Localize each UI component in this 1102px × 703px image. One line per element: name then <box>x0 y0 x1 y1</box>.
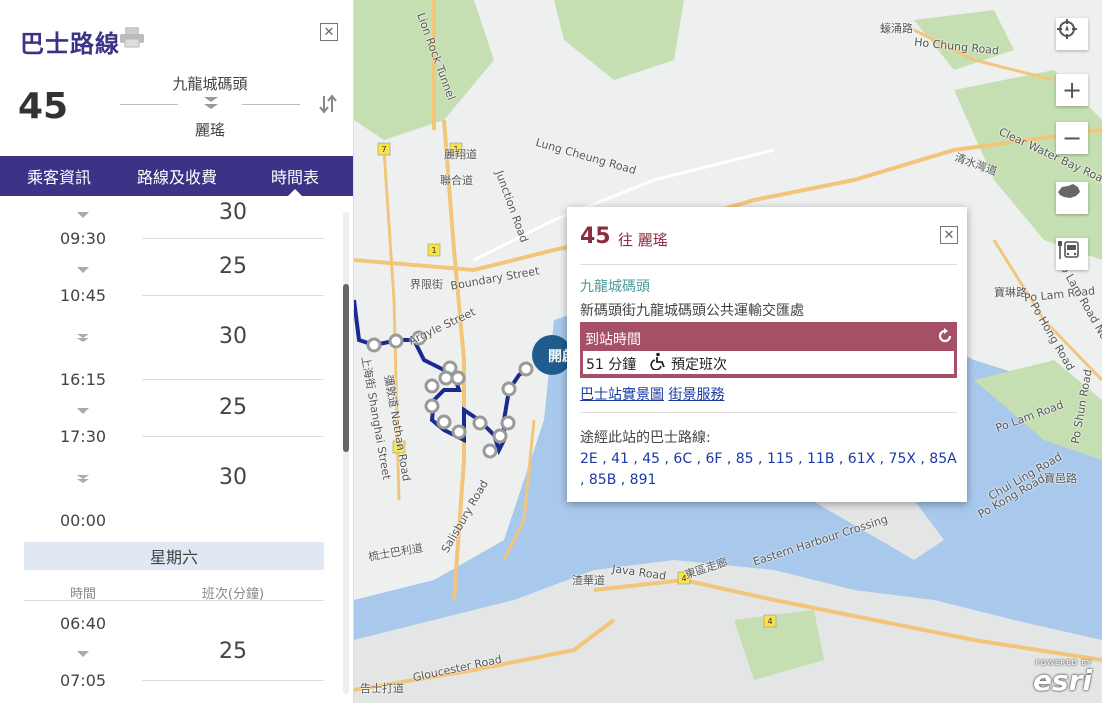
street-view-link[interactable]: 街景服務 <box>668 387 724 403</box>
hong-kong-map-icon <box>1058 184 1080 198</box>
chevron-down-icon <box>77 267 89 273</box>
wheelchair-icon <box>650 352 665 370</box>
refresh-icon[interactable] <box>936 327 954 345</box>
bus-stop-photo-link[interactable]: 巴士站實景圖 <box>580 387 664 403</box>
divider <box>242 104 300 105</box>
frequency-value: 30 <box>219 200 247 225</box>
divider <box>580 412 957 413</box>
zoom-in-button[interactable]: + <box>1056 74 1088 106</box>
eta-minutes: 51 分鐘 <box>586 357 637 373</box>
row-divider <box>142 238 324 239</box>
chevron-down-icon <box>77 408 89 414</box>
row-divider <box>142 680 324 681</box>
time-value: 16:15 <box>59 370 107 389</box>
eta-header: 到站時間 <box>585 332 641 348</box>
print-icon[interactable] <box>119 26 145 48</box>
time-value: 06:40 <box>59 614 107 633</box>
row-divider <box>142 379 324 380</box>
destination-stop: 麗瑤 <box>194 121 225 139</box>
route-sidebar: 巴士路線 ✕ 45 九龍城碼頭 麗瑤 乘客資訊 路線及收費 時間表 30 09:… <box>0 0 354 703</box>
chevron-down-icon <box>77 212 89 218</box>
frequency-value: 25 <box>219 254 247 279</box>
divider <box>120 104 178 105</box>
popup-route-number: 45 <box>580 224 611 249</box>
tab-passenger-info[interactable]: 乘客資訊 <box>0 156 118 196</box>
day-header-saturday: 星期六 <box>24 542 324 570</box>
bus-stop-popup: 45 往 麗瑤 ✕ 九龍城碼頭 新碼頭街九龍城碼頭公共運輸交匯處 到站時間 51… <box>567 207 967 502</box>
close-icon: ✕ <box>943 227 955 243</box>
svg-text:4: 4 <box>767 617 772 626</box>
locate-icon <box>1057 19 1077 39</box>
map-label: 麗翔道 <box>444 148 477 161</box>
route-number: 45 <box>18 86 69 127</box>
map-label: 聯合道 <box>440 174 473 187</box>
double-chevron-down-icon <box>77 334 89 342</box>
origin-stop: 九龍城碼頭 <box>172 75 248 93</box>
close-icon: ✕ <box>323 24 335 40</box>
esri-logo: esri <box>1032 664 1092 697</box>
popup-links: 巴士站實景圖 街景服務 <box>580 384 724 404</box>
svg-text:7: 7 <box>381 145 386 154</box>
time-value: 10:45 <box>59 286 107 305</box>
eta-type: 預定班次 <box>671 357 727 373</box>
time-value: 17:30 <box>59 427 107 446</box>
close-panel-button[interactable]: ✕ <box>320 23 338 41</box>
frequency-value: 25 <box>219 639 247 664</box>
basemap-toggle-button[interactable] <box>1056 182 1088 214</box>
popup-stop-name: 九龍城碼頭 <box>580 279 650 295</box>
timetable-list[interactable]: 30 09:30 25 10:45 30 16:15 25 17:30 30 0… <box>0 196 342 703</box>
frequency-value: 30 <box>219 324 247 349</box>
divider <box>580 264 957 265</box>
map-label: 界限街 <box>410 278 443 291</box>
bus-stop-layer-button[interactable] <box>1056 238 1088 270</box>
routes-via-stop-list[interactable]: 2E , 41 , 45 , 6C , 6F , 85 , 115 , 11B … <box>580 449 960 491</box>
swap-direction-icon[interactable] <box>317 93 339 115</box>
map-label: 寶邑路 <box>1044 472 1077 485</box>
tab-route-fare[interactable]: 路線及收費 <box>118 156 236 196</box>
zoom-out-button[interactable]: − <box>1056 122 1088 154</box>
map-label: 渣華道 <box>572 574 605 587</box>
map-label: 告士打道 <box>360 682 404 695</box>
scrollbar-thumb[interactable] <box>343 284 349 452</box>
map-label: 寶琳路 <box>994 286 1027 299</box>
time-value: 07:05 <box>59 671 107 690</box>
chevron-down-icon <box>77 651 89 657</box>
locate-button[interactable] <box>1056 18 1088 50</box>
eta-panel: 到站時間 51 分鐘 預定班次 <box>580 322 957 378</box>
routes-via-stop-label: 途經此站的巴士路線: <box>580 430 711 446</box>
popup-direction: 往 麗瑤 <box>618 231 668 249</box>
close-popup-button[interactable]: ✕ <box>940 226 958 244</box>
time-value: 00:00 <box>59 511 107 530</box>
direction-down-icon <box>204 97 218 109</box>
map-label: 蠔涌路 <box>880 22 913 35</box>
frequency-value: 30 <box>219 465 247 490</box>
row-divider <box>24 600 324 601</box>
time-value: 09:30 <box>59 229 107 248</box>
tab-bar: 乘客資訊 路線及收費 時間表 <box>0 156 353 196</box>
row-divider <box>142 295 324 296</box>
svg-text:1: 1 <box>431 246 436 255</box>
bus-stop-icon <box>1058 241 1079 259</box>
tab-timetable[interactable]: 時間表 <box>236 156 353 196</box>
double-chevron-down-icon <box>77 475 89 483</box>
panel-title: 巴士路線 <box>20 30 120 58</box>
row-divider <box>142 436 324 437</box>
esri-attribution[interactable]: POWERED BY esri <box>1033 659 1092 695</box>
frequency-value: 25 <box>219 395 247 420</box>
eta-row: 51 分鐘 預定班次 <box>583 351 954 374</box>
popup-stop-address: 新碼頭街九龍城碼頭公共運輸交匯處 <box>580 303 804 319</box>
